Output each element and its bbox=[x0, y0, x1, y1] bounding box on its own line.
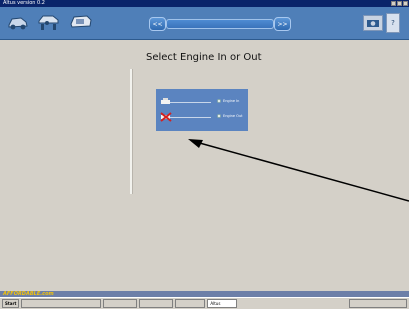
progress-bar bbox=[166, 19, 274, 29]
taskbar-item[interactable] bbox=[175, 299, 206, 308]
close-icon[interactable] bbox=[403, 1, 408, 6]
system-tray bbox=[349, 299, 407, 308]
start-button[interactable]: Start bbox=[2, 299, 20, 308]
maximize-icon[interactable] bbox=[397, 1, 402, 6]
help-icon[interactable]: ? bbox=[386, 13, 400, 33]
camera-icon[interactable] bbox=[363, 15, 383, 31]
taskbar-item-altus[interactable]: Altus bbox=[207, 299, 238, 308]
taskbar: Start Altus bbox=[0, 297, 409, 309]
annotation-arrow bbox=[188, 139, 409, 202]
back-button[interactable]: << bbox=[149, 17, 166, 31]
minimize-icon[interactable] bbox=[391, 1, 396, 6]
window-controls bbox=[391, 1, 408, 6]
car-lift-icon[interactable] bbox=[36, 12, 62, 32]
car-icon[interactable] bbox=[7, 12, 29, 32]
window-title: Altus version 0.2 bbox=[3, 0, 45, 6]
main-toolbar: << >> ? bbox=[0, 7, 409, 40]
main-content: Select Engine In or Out Engine In Engine… bbox=[0, 41, 409, 291]
taskbar-item[interactable] bbox=[139, 299, 174, 308]
engine-icon[interactable] bbox=[68, 12, 94, 32]
quick-launch[interactable] bbox=[21, 299, 102, 308]
title-bar: Altus version 0.2 bbox=[0, 0, 409, 7]
forward-button[interactable]: >> bbox=[274, 17, 291, 31]
taskbar-item[interactable] bbox=[103, 299, 138, 308]
